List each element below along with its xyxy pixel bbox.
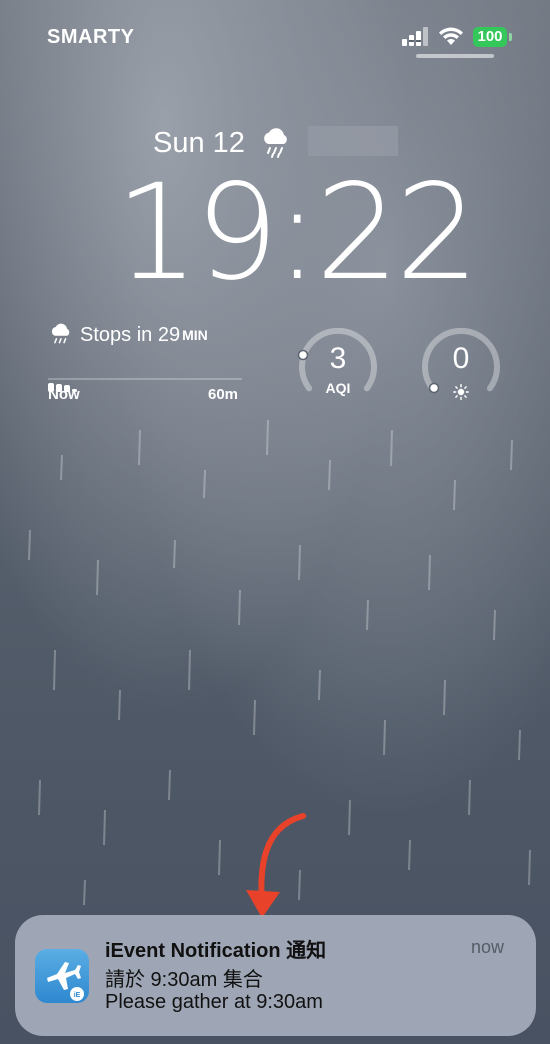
- notification-title: iEvent Notification 通知: [105, 940, 327, 962]
- wifi-icon: [439, 27, 463, 45]
- red-arrow-icon: [246, 813, 306, 918]
- sun-icon: [453, 384, 469, 400]
- status-bar: SMARTY 100: [0, 0, 550, 72]
- notification-body-line1: 請於 9:30am 集合: [105, 969, 263, 991]
- notification-time: now: [471, 937, 505, 957]
- date-widget[interactable]: Sun 12: [153, 126, 293, 160]
- rain-axis-start: Now: [48, 386, 80, 403]
- rain-title-unit: MIN: [182, 327, 208, 343]
- redacted-area: [308, 126, 398, 156]
- aqi-gauge[interactable]: 3 AQI: [295, 322, 381, 408]
- uv-gauge[interactable]: 0: [418, 322, 504, 408]
- date-label: Sun 12: [153, 126, 245, 159]
- notification-body-line2: Please gather at 9:30am: [105, 991, 323, 1013]
- uv-value: 0: [452, 342, 470, 375]
- app-badge: iE: [74, 992, 81, 999]
- carrier-name: SMARTY: [47, 26, 135, 48]
- rain-forecast-widget[interactable]: Stops in 29 MIN Now 60m: [48, 322, 248, 403]
- airplane-icon: iE: [47, 962, 84, 1001]
- rain-title-text: Stops in 29: [80, 323, 181, 346]
- aqi-label: AQI: [325, 380, 351, 396]
- battery-indicator: 100: [473, 27, 513, 47]
- rain-axis-end: 60m: [208, 386, 239, 403]
- control-center-indicator[interactable]: [416, 54, 494, 58]
- battery-tip: [509, 33, 512, 41]
- lock-screen: SMARTY 100 Sun 12 19:22 Stops in 29 MIN …: [0, 0, 550, 1044]
- signal-icon: [402, 27, 428, 46]
- rain-title: Stops in 29 MIN: [48, 322, 208, 348]
- notification-card[interactable]: iE iEvent Notification 通知 now 請於 9:30am …: [15, 915, 536, 1036]
- cloud-rain-icon: [264, 128, 287, 158]
- cloud-rain-icon: [51, 323, 70, 344]
- app-icon: iE: [35, 949, 89, 1003]
- battery-level: 100: [473, 27, 507, 47]
- clock-time: 19:22: [115, 156, 479, 310]
- aqi-value: 3: [329, 342, 347, 375]
